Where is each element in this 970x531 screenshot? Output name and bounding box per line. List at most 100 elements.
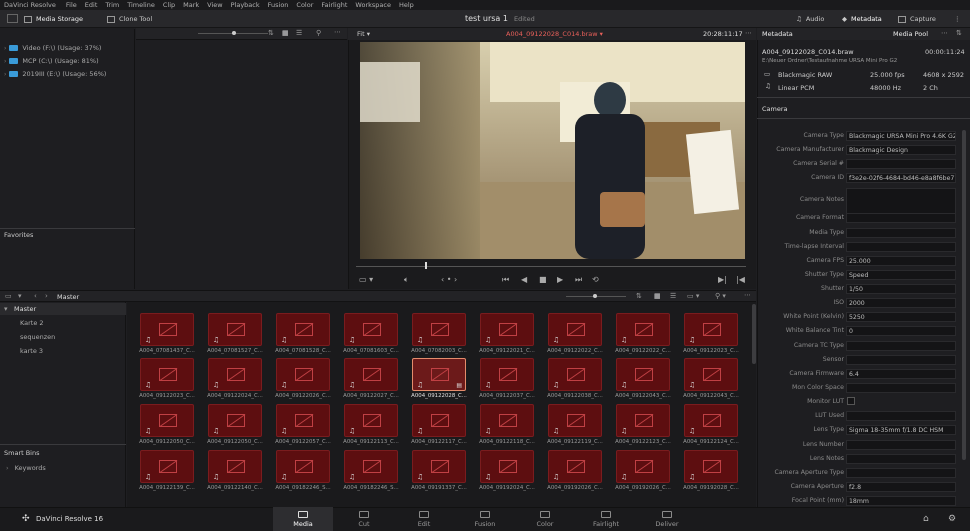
tab-media-pool[interactable]: Media Pool <box>893 30 928 38</box>
meta-field-camera-aperture-type[interactable] <box>846 468 956 478</box>
clip-thumbnail[interactable]: ♫ <box>140 358 194 391</box>
grid-view-icon[interactable]: ▦ <box>282 29 289 37</box>
volume-icon[interactable]: 🔈︎ <box>404 275 409 285</box>
meta-field-iso[interactable]: 2000 <box>846 298 956 308</box>
clip-thumbnail[interactable]: ♫ <box>208 313 262 346</box>
clip-thumbnail[interactable]: ♫ <box>344 358 398 391</box>
jump-end-icon[interactable]: ⏭︎ <box>575 275 582 285</box>
panel-toggle-icon[interactable] <box>7 14 18 23</box>
meta-field-lens-notes[interactable] <box>846 454 956 464</box>
clip-thumbnail[interactable]: ♫ <box>548 313 602 346</box>
clip-thumbnail[interactable]: ♫ <box>616 358 670 391</box>
options-icon[interactable]: ⋯ <box>334 28 341 36</box>
menu-item-view[interactable]: View <box>207 1 222 9</box>
mark-in-icon[interactable]: ▶| <box>718 275 727 284</box>
clip-thumbnail[interactable]: ♫ <box>480 313 534 346</box>
menu-item-fusion[interactable]: Fusion <box>268 1 289 9</box>
settings-gear-icon[interactable]: ⚙ <box>948 514 956 524</box>
capture-button[interactable]: Capture <box>898 12 936 26</box>
page-tab-fairlight[interactable]: Fairlight <box>576 507 636 531</box>
clip-thumbnail[interactable]: ♫ <box>548 450 602 483</box>
meta-field-shutter-type[interactable]: Speed <box>846 270 956 280</box>
clip-thumbnail[interactable]: ♫ <box>412 313 466 346</box>
meta-field-camera-format[interactable] <box>846 213 956 223</box>
slider-handle[interactable] <box>232 31 236 35</box>
meta-options-icon[interactable]: ⋯ <box>941 29 948 37</box>
menu-item-davinci-resolve[interactable]: DaVinci Resolve <box>4 1 56 9</box>
clip-thumbnail[interactable]: ♫ <box>548 358 602 391</box>
meta-field-camera-manufacturer[interactable]: Blackmagic Design <box>846 145 956 155</box>
meta-field-white-balance-tint[interactable]: 0 <box>846 326 956 336</box>
meta-field-camera-aperture[interactable]: f2.8 <box>846 482 956 492</box>
clip-thumbnail[interactable]: ♫ <box>684 358 738 391</box>
menu-item-fairlight[interactable]: Fairlight <box>321 1 347 9</box>
clip-info-icon[interactable]: ▤ <box>456 382 462 389</box>
clip-thumbnail[interactable]: ♫ <box>208 404 262 437</box>
slider-handle[interactable] <box>593 294 597 298</box>
meta-field-camera-id[interactable]: f3e2e-02f6-4684-bd46-e8a8f6be77fa <box>846 173 956 183</box>
metadata-view-icon[interactable]: ▭ ▾ <box>687 292 699 300</box>
clip-thumbnail[interactable]: ♫ <box>276 313 330 346</box>
clip-thumbnail[interactable]: ♫ <box>412 404 466 437</box>
keywords-item[interactable]: › Keywords <box>6 464 46 472</box>
clip-thumbnail[interactable]: ♫ <box>276 358 330 391</box>
meta-field-media-type[interactable] <box>846 228 956 238</box>
meta-field-camera-serial[interactable] <box>846 159 956 169</box>
jog-control-icon[interactable]: ‹ • › <box>441 275 457 284</box>
mark-out-icon[interactable]: |◀ <box>736 275 745 284</box>
meta-field-lens-type[interactable]: Sigma 18-35mm f/1.8 DC HSM <box>846 425 956 435</box>
volume-item[interactable]: › Video (F:\) (Usage: 37%) <box>4 42 101 54</box>
meta-field-camera-fps[interactable]: 25.000 <box>846 256 956 266</box>
meta-field-time-lapse-interval[interactable] <box>846 242 956 252</box>
list-view-icon[interactable]: ☰ <box>296 29 302 37</box>
meta-field-white-point-kelvin[interactable]: 5250 <box>846 312 956 322</box>
back-icon[interactable]: ‹ <box>34 292 37 300</box>
loop-icon[interactable]: ⟲ <box>592 275 599 284</box>
media-pool-scrollbar[interactable] <box>752 304 756 364</box>
metadata-button[interactable]: ◆ Metadata <box>842 12 882 26</box>
media-storage-button[interactable]: Media Storage <box>24 12 83 26</box>
clip-thumbnail[interactable]: ♫ <box>684 450 738 483</box>
toolbar-options-icon[interactable]: ⋮ <box>954 12 961 26</box>
clip-thumbnail[interactable]: ♫ <box>140 450 194 483</box>
meta-field-focal-point-mm[interactable]: 18mm <box>846 496 956 506</box>
sort-icon[interactable]: ⇅ <box>636 292 642 300</box>
clip-thumbnail[interactable]: ♫ <box>276 450 330 483</box>
forward-icon[interactable]: › <box>45 292 48 300</box>
search-icon[interactable]: ⚲ ▾ <box>715 292 726 300</box>
page-tab-cut[interactable]: Cut <box>334 507 394 531</box>
sort-icon[interactable]: ⇅ <box>268 29 274 37</box>
clip-thumbnail[interactable]: ♫ <box>616 404 670 437</box>
meta-field-lens-number[interactable] <box>846 440 956 450</box>
clip-thumbnail[interactable]: ♫ <box>276 404 330 437</box>
volume-item[interactable]: › MCP (C:\) (Usage: 81%) <box>4 55 99 67</box>
meta-field-camera-firmware[interactable]: 6.4 <box>846 369 956 379</box>
play-reverse-icon[interactable]: ◀ <box>521 275 527 284</box>
clip-thumbnail[interactable]: ♫ <box>480 450 534 483</box>
panel-toggle-icon[interactable]: ▾ <box>18 292 22 300</box>
clip-thumbnail[interactable]: ♫ <box>616 450 670 483</box>
menu-item-help[interactable]: Help <box>399 1 414 9</box>
page-tab-media[interactable]: Media <box>273 507 333 531</box>
clip-thumbnail[interactable]: ♫ <box>140 404 194 437</box>
menu-item-playback[interactable]: Playback <box>231 1 260 9</box>
page-tab-edit[interactable]: Edit <box>394 507 454 531</box>
play-icon[interactable]: ▶ <box>557 275 563 284</box>
search-icon[interactable]: ⚲ <box>316 29 321 37</box>
bin-list-toggle-icon[interactable]: ▭ <box>5 292 12 300</box>
menu-item-file[interactable]: File <box>66 1 77 9</box>
menu-item-edit[interactable]: Edit <box>85 1 98 9</box>
clip-thumbnail[interactable]: ♫ <box>684 313 738 346</box>
clone-tool-button[interactable]: Clone Tool <box>107 12 152 26</box>
meta-field-sensor[interactable] <box>846 355 956 365</box>
list-view-icon[interactable]: ☰ <box>670 292 676 300</box>
menu-item-workspace[interactable]: Workspace <box>355 1 391 9</box>
page-tab-deliver[interactable]: Deliver <box>637 507 697 531</box>
view-options-icon[interactable]: ▭ ▾ <box>359 275 373 284</box>
meta-field-camera-type[interactable]: Blackmagic URSA Mini Pro 4.6K G2 <box>846 131 956 141</box>
page-tab-fusion[interactable]: Fusion <box>455 507 515 531</box>
clip-thumbnail[interactable]: ♫ <box>344 450 398 483</box>
viewer-clip-name[interactable]: A004_09122028_C014.braw ▾ <box>506 30 603 38</box>
volume-item[interactable]: › 2019III (E:\) (Usage: 56%) <box>4 68 106 80</box>
meta-field-mon-color-space[interactable] <box>846 383 956 393</box>
